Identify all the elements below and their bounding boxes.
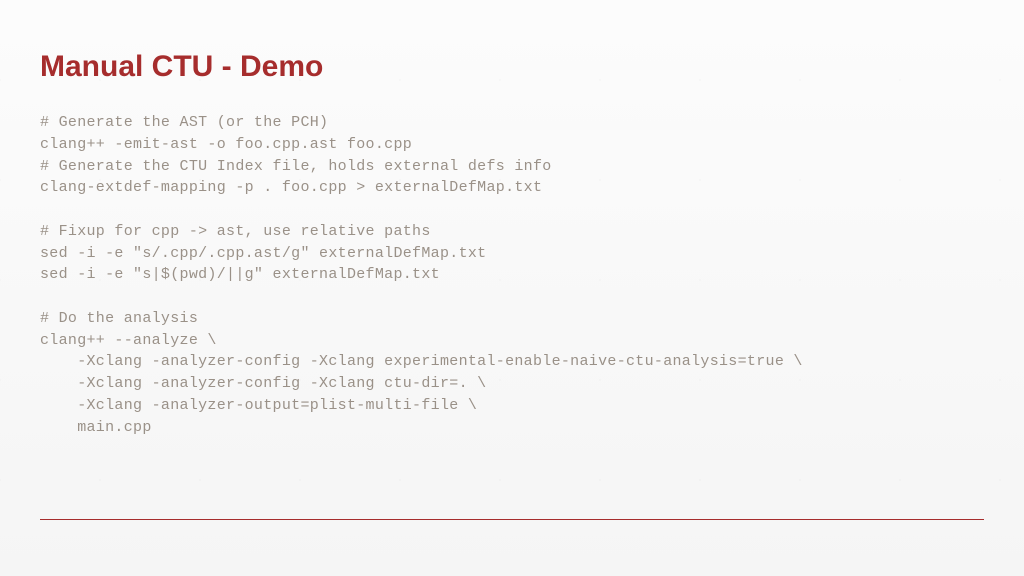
slide-title: Manual CTU - Demo bbox=[40, 50, 984, 84]
slide-container: Manual CTU - Demo # Generate the AST (or… bbox=[0, 0, 1024, 576]
code-block: # Generate the AST (or the PCH) clang++ … bbox=[40, 112, 984, 438]
footer-divider bbox=[40, 519, 984, 520]
